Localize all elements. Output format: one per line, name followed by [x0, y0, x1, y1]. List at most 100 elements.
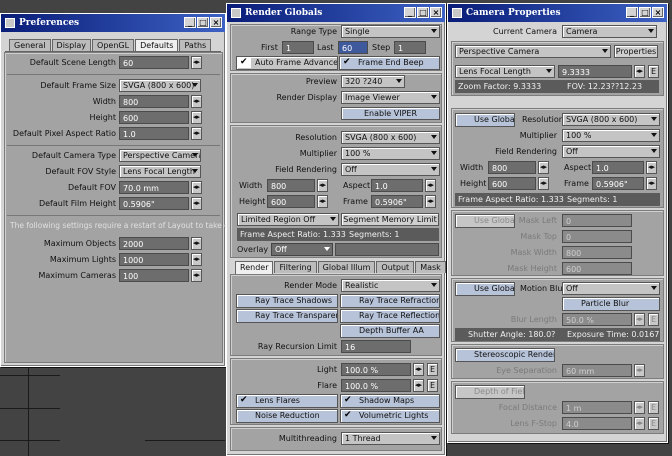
stereoscopic-checkbox[interactable]: Stereoscopic Rendering: [455, 348, 555, 362]
blur-envelope-button[interactable]: E: [648, 313, 659, 326]
tab-general[interactable]: General: [9, 39, 51, 51]
tab-render[interactable]: Render: [235, 261, 274, 274]
minimize-icon[interactable]: _: [404, 7, 416, 18]
mask-left-field[interactable]: 0: [562, 214, 632, 227]
render-display-select[interactable]: Image Viewer: [341, 91, 440, 104]
height-field[interactable]: 600: [119, 111, 189, 124]
multiplier-select[interactable]: 100 %: [341, 147, 440, 160]
preferences-titlebar[interactable]: Preferences _ □ ×: [1, 14, 225, 32]
max-objects-field[interactable]: 2000: [119, 237, 189, 250]
overlay-text-field[interactable]: [335, 243, 439, 256]
fstop-envelope-button[interactable]: E: [648, 417, 659, 430]
eye-separation-field[interactable]: 60 mm: [562, 364, 632, 377]
fov-style-select[interactable]: Lens Focal Length: [119, 165, 201, 178]
frame-size-select[interactable]: SVGA (800 x 600): [119, 79, 201, 92]
focal-distance-field[interactable]: 1 m: [562, 401, 632, 414]
frame-spinner[interactable]: ◂▸: [646, 177, 657, 190]
minimize-icon[interactable]: _: [626, 7, 638, 18]
max-lights-spinner[interactable]: ◂▸: [191, 253, 202, 266]
scene-length-field[interactable]: 60: [119, 56, 189, 69]
use-global-blur-checkbox[interactable]: Use Global: [455, 282, 515, 296]
auto-frame-advance-checkbox[interactable]: Auto Frame Advance: [236, 56, 338, 70]
eye-separation-spinner[interactable]: ◂▸: [634, 364, 645, 377]
properties-button[interactable]: Properties: [614, 45, 658, 58]
enable-viper-button[interactable]: Enable VIPER: [341, 107, 440, 120]
blur-length-field[interactable]: 50.0 %: [562, 313, 632, 326]
step-field[interactable]: 1: [394, 41, 426, 54]
resolution-select[interactable]: SVGA (800 x 600): [341, 131, 440, 144]
tab-output[interactable]: Output: [376, 261, 415, 273]
focal-distance-spinner[interactable]: ◂▸: [634, 401, 645, 414]
particle-blur-checkbox[interactable]: Particle Blur: [562, 297, 660, 311]
fov-field[interactable]: 70.0 mm: [119, 181, 189, 194]
depth-buffer-aa-checkbox[interactable]: Depth Buffer AA: [340, 324, 440, 338]
camera-type-select[interactable]: Perspective Camera: [119, 149, 201, 162]
use-global-resolution-checkbox[interactable]: Use Global: [455, 113, 515, 127]
tab-display[interactable]: Display: [51, 39, 92, 51]
overlay-select[interactable]: Off: [271, 243, 333, 256]
light-field[interactable]: 100.0 %: [341, 363, 411, 376]
max-objects-spinner[interactable]: ◂▸: [191, 237, 202, 250]
tab-opengl[interactable]: OpenGL: [92, 39, 135, 51]
field-rendering-select[interactable]: Off: [341, 163, 440, 176]
fstop-spinner[interactable]: ◂▸: [634, 417, 645, 430]
motion-blur-select[interactable]: Off: [562, 282, 660, 295]
preview-select[interactable]: 320 ?240: [341, 75, 405, 88]
first-field[interactable]: 1: [282, 41, 314, 54]
height-spinner[interactable]: ◂▸: [191, 111, 202, 124]
lens-flares-checkbox[interactable]: Lens Flares: [236, 394, 338, 408]
maximize-icon[interactable]: □: [197, 17, 209, 28]
flare-envelope-button[interactable]: E: [427, 379, 438, 392]
pixel-aspect-field[interactable]: 1.0: [119, 127, 189, 140]
frame-field[interactable]: 0.5906": [371, 195, 423, 208]
close-icon[interactable]: ×: [210, 17, 222, 28]
width-spinner[interactable]: ◂▸: [191, 95, 202, 108]
focal-envelope-button[interactable]: E: [648, 401, 659, 414]
ray-trace-reflection-checkbox[interactable]: Ray Trace Reflection: [340, 309, 440, 323]
lens-envelope-button[interactable]: E: [648, 65, 659, 78]
film-height-field[interactable]: 0.5906": [119, 197, 189, 210]
close-icon[interactable]: ×: [652, 7, 664, 18]
close-icon[interactable]: ×: [430, 7, 442, 18]
frame-field[interactable]: 0.5906": [592, 177, 644, 190]
render-globals-titlebar[interactable]: Render Globals _ □ ×: [227, 4, 445, 22]
use-global-mask-checkbox[interactable]: Use Global: [455, 214, 515, 228]
maximize-icon[interactable]: □: [639, 7, 651, 18]
segment-memory-button[interactable]: Segment Memory Limit: [341, 213, 439, 226]
mask-width-field[interactable]: 800: [562, 246, 632, 259]
tab-mask[interactable]: Mask: [415, 261, 446, 273]
lens-mode-select[interactable]: Lens Focal Length: [455, 65, 555, 78]
light-envelope-button[interactable]: E: [427, 363, 438, 376]
fov-spinner[interactable]: ◂▸: [191, 181, 202, 194]
resolution-select[interactable]: SVGA (800 x 600): [562, 113, 660, 126]
height-field[interactable]: 600: [488, 177, 536, 190]
width-spinner[interactable]: ◂▸: [317, 179, 328, 192]
aspect-spinner[interactable]: ◂▸: [646, 161, 657, 174]
field-rendering-select[interactable]: Off: [562, 145, 660, 158]
range-type-select[interactable]: Single: [341, 25, 440, 38]
aspect-spinner[interactable]: ◂▸: [425, 179, 436, 192]
film-height-spinner[interactable]: ◂▸: [191, 197, 202, 210]
height-spinner[interactable]: ◂▸: [317, 195, 328, 208]
max-cameras-spinner[interactable]: ◂▸: [191, 269, 202, 282]
lens-spinner[interactable]: ◂▸: [634, 65, 645, 78]
width-field[interactable]: 800: [488, 161, 536, 174]
blur-length-spinner[interactable]: ◂▸: [634, 313, 645, 326]
aspect-field[interactable]: 1.0: [371, 179, 423, 192]
multithreading-select[interactable]: 1 Thread: [341, 432, 440, 445]
limited-region-select[interactable]: Limited Region Off: [237, 213, 339, 226]
tab-filtering[interactable]: Filtering: [274, 261, 317, 273]
noise-reduction-checkbox[interactable]: Noise Reduction: [236, 409, 338, 423]
mask-height-field[interactable]: 600: [562, 262, 632, 275]
shadow-maps-checkbox[interactable]: Shadow Maps: [340, 394, 440, 408]
scene-length-spinner[interactable]: ◂▸: [191, 56, 202, 69]
current-camera-select[interactable]: Camera: [562, 25, 657, 38]
flare-spinner[interactable]: ◂▸: [413, 379, 424, 392]
lens-value-field[interactable]: 9.3333: [558, 65, 632, 78]
multiplier-select[interactable]: 100 %: [562, 129, 660, 142]
height-field[interactable]: 600: [267, 195, 315, 208]
width-field[interactable]: 800: [119, 95, 189, 108]
fstop-field[interactable]: 4.0: [562, 417, 632, 430]
ray-trace-transparency-checkbox[interactable]: Ray Trace Transparency: [236, 309, 338, 323]
render-mode-select[interactable]: Realistic: [341, 279, 440, 292]
